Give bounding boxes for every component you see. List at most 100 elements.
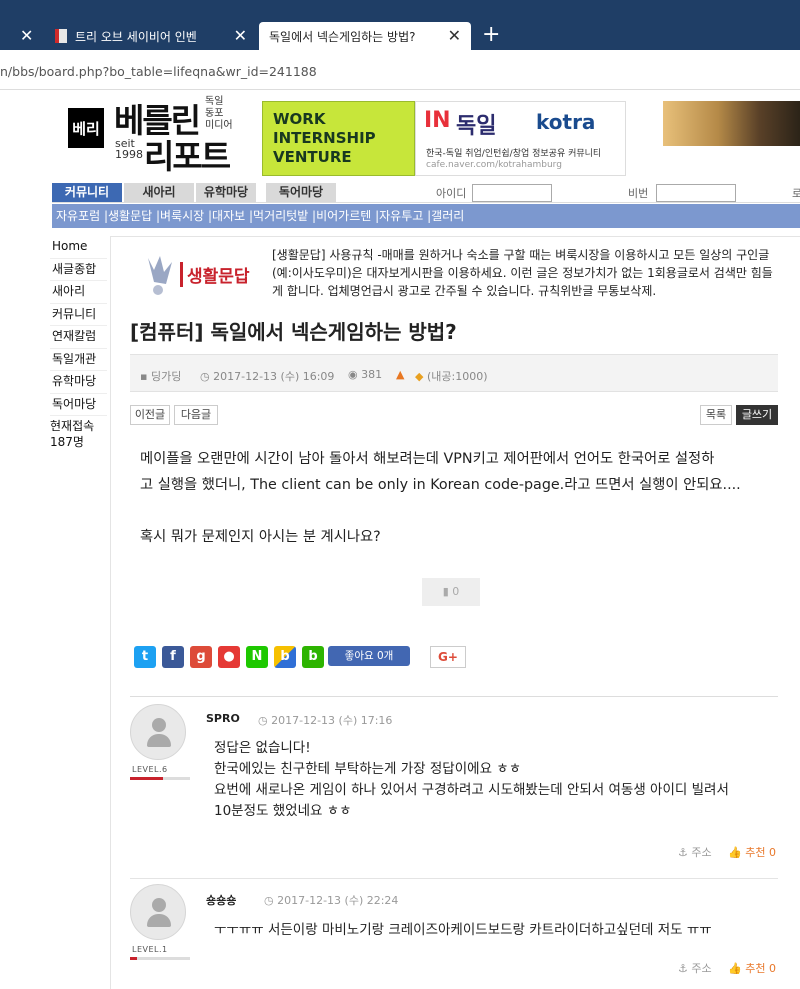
comment-address-link[interactable]: ⚓ 주소 [678,844,712,860]
post-body-line: 혹시 뭐가 문제인지 아시는 분 계시나요? [140,529,381,545]
pw-input[interactable] [656,184,736,202]
avatar[interactable] [130,704,186,760]
browser-tab-1[interactable]: ✕ [0,22,44,50]
avatar-body [147,914,171,927]
facebook-share-icon[interactable]: f [162,646,184,668]
browser-tab-label: 독일에서 넥슨게임하는 방법? [269,29,416,44]
google-plus-share-icon[interactable]: g [190,646,212,668]
tagline-line: 동포 [205,108,224,119]
band-share-icon[interactable]: b [274,646,296,668]
line-share-icon[interactable]: b [302,646,324,668]
url-text[interactable]: n/bbs/board.php?bo_table=lifeqna&wr_id=2… [0,64,317,79]
avatar-head [152,898,166,912]
banner-kotra[interactable]: IN 독일 kotra 한국-독일 취업/인턴쉽/창업 정보공유 커뮤니티 ca… [415,101,626,176]
facebook-like-button[interactable]: 좋아요 0개 [328,646,410,666]
address-label: 주소 [691,846,712,859]
close-tab-icon[interactable]: ✕ [234,28,247,44]
twitter-share-icon[interactable]: t [134,646,156,668]
post-author: 딩가딩 [150,370,182,383]
address-bar[interactable]: n/bbs/board.php?bo_table=lifeqna&wr_id=2… [0,50,800,90]
comment-author[interactable]: 숑숑숑 [206,892,236,908]
like-count: 0 [452,585,460,598]
post-date: 2017-12-13 (수) 16:09 [213,370,335,383]
like-button[interactable]: ▮ 0 [422,578,480,606]
side-item-community[interactable]: 커뮤니티 [50,304,107,326]
login-button[interactable]: 로 [792,185,800,201]
id-label: 아이디 [436,187,467,200]
banner-photo[interactable] [663,101,800,146]
since-year: 1998 [115,148,143,161]
comment-recommend-button[interactable]: 👍 추천 0 [728,844,776,860]
date-meta: ◷ 2017-12-13 (수) 16:09 [200,368,334,384]
user-icon: ▪ [140,370,148,383]
post-body-line [140,498,780,524]
banner-line: INTERNSHIP [273,129,376,147]
site-logo-name-2[interactable]: 리포트 [144,130,231,178]
post-views: 381 [361,368,383,381]
post-points: (내공:1000) [426,370,488,383]
browser-tabbar: ✕ 트리 오브 세이비어 인벤 ✕ 독일에서 넥슨게임하는 방법? ✕ + [0,0,800,50]
board-logo: 생활문답 [140,248,265,300]
new-tab-button[interactable]: + [482,24,500,46]
side-item-study[interactable]: 유학마당 [50,371,107,394]
post-title: [컴퓨터] 독일에서 넥슨게임하는 방법? [130,320,457,344]
close-tab-icon[interactable]: ✕ [448,28,461,44]
gplus-button[interactable]: G+ [430,646,466,668]
comment-date: ◷ 2017-12-13 (수) 22:24 [264,894,399,907]
side-item-home[interactable]: Home [50,236,107,259]
comment-text: ㅜㅜㅠㅠ 서든이랑 마비노기랑 크레이즈아케이드보드랑 카트라이더하고싶던데 저… [214,920,774,941]
tagline-line: 미디어 [205,120,233,131]
banner-cafe-url: cafe.naver.com/kotrahamburg [426,160,562,170]
banner-work-internship[interactable]: WORK INTERNSHIP VENTURE [262,101,415,176]
nav-german[interactable]: 독어마당 [266,183,336,202]
comment-line: 요번에 새로나온 게임이 하나 있어서 구경하려고 시도해봤는데 안되서 여동생… [214,782,729,798]
banner-desc: 한국-독일 취업/인턴쉽/창업 정보공유 커뮤니티 [426,149,602,159]
id-input[interactable] [472,184,552,202]
browser-tab-2[interactable]: 트리 오브 세이비어 인벤 ✕ [45,22,257,50]
pinterest-share-icon[interactable]: ● [218,646,240,668]
browser-tab-active[interactable]: 독일에서 넥슨게임하는 방법? ✕ [259,22,471,50]
level-bar-fill [130,777,163,780]
site-logo-tagline: 독일 동포 미디어 [205,96,233,132]
eye-icon: ◉ [348,368,358,381]
side-item-column[interactable]: 연재칼럼 [50,326,107,349]
side-item-saeari[interactable]: 새아리 [50,281,107,304]
comment-date: ◷ 2017-12-13 (수) 17:16 [258,714,393,727]
side-item-new[interactable]: 새글종합 [50,259,107,281]
comment-address-link[interactable]: ⚓ 주소 [678,960,712,976]
level-bar-fill [130,957,138,960]
level-bar [130,777,190,780]
next-post-button[interactable]: 다음글 [174,405,218,425]
list-button[interactable]: 목록 [700,405,732,425]
nav-study[interactable]: 유학마당 [196,183,256,202]
author-meta[interactable]: ▪ 딩가딩 [140,368,181,384]
nav-community[interactable]: 커뮤니티 [52,183,122,202]
naver-share-icon[interactable]: N [246,646,268,668]
anchor-icon: ⚓ [678,846,688,859]
comment-date-text: 2017-12-13 (수) 17:16 [271,714,393,727]
board-logo-title: 생활문답 [180,262,250,287]
anchor-icon: ⚓ [678,962,688,975]
write-button[interactable]: 글쓰기 [736,405,778,425]
thumbs-up-icon: ▮ [442,585,449,598]
prev-post-button[interactable]: 이전글 [130,405,170,425]
report-icon[interactable]: ▲ [396,368,404,381]
thumbs-up-icon: 👍 [728,962,742,975]
post-body-line: 고 실행을 했더니, The client can be only in Kor… [140,477,741,493]
nav-saeari[interactable]: 새아리 [124,183,194,202]
online-label: 현재접속 [50,419,95,433]
comment-author[interactable]: SPRO [206,712,240,725]
board-subnav[interactable]: 자유포럼 |생활문답 |벼룩시장 |대자보 |먹거리텃밭 |비어가르텐 |자유투… [52,204,800,228]
side-item-germany[interactable]: 독일개관 [50,349,107,371]
comments-divider [130,696,778,697]
comment-recommend-button[interactable]: 👍 추천 0 [728,960,776,976]
comment-text: 정답은 없습니다! 한국에있는 친구한테 부탁하는게 가장 정답이에요 ㅎㅎ 요… [214,738,774,822]
main-nav: 커뮤니티 새아리 유학마당 독어마당 아이디 비번 로 [52,183,800,203]
close-tab-icon[interactable]: ✕ [20,28,33,44]
views-meta: ◉ 381 [348,368,382,381]
recommend-label: 추천 0 [745,846,776,859]
site-logo-mark[interactable]: 베리 [68,108,104,148]
avatar[interactable] [130,884,186,940]
side-item-german-lang[interactable]: 독어마당 [50,394,107,416]
browser-tab-label: 트리 오브 세이비어 인벤 [75,29,197,44]
